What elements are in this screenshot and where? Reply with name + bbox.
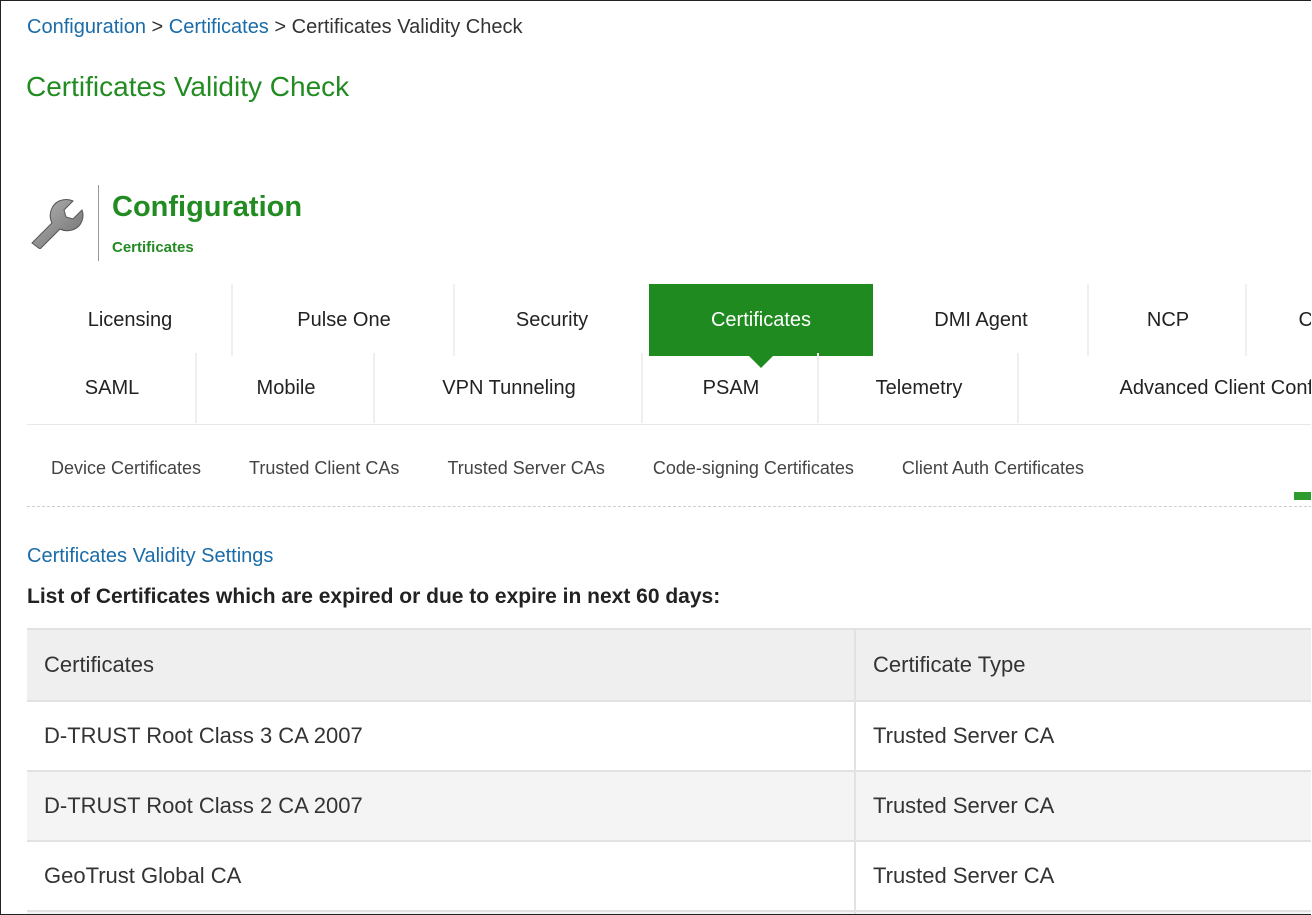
tab-clipped[interactable]: C <box>1247 284 1311 356</box>
tab-telemetry[interactable]: Telemetry <box>819 353 1019 423</box>
tab-label: Security <box>515 308 589 331</box>
tab-licensing[interactable]: Licensing <box>27 284 233 356</box>
tab-pulse-one[interactable]: Pulse One <box>233 284 455 356</box>
tab-label: Pulse One <box>297 308 391 331</box>
table-header-row: Certificates Certificate Type <box>27 630 1311 702</box>
wrench-icon <box>31 199 84 249</box>
section-subtitle: Certificates <box>112 239 194 256</box>
column-header-certificate-type[interactable]: Certificate Type <box>856 630 1311 700</box>
tab-label: C <box>1299 309 1311 332</box>
subtab-code-signing-certificates[interactable]: Code-signing Certificates <box>629 433 878 503</box>
tab-label: Certificates <box>710 308 812 331</box>
tab-label: NCP <box>1146 308 1190 331</box>
active-subtab-indicator <box>1294 492 1311 500</box>
header-divider <box>98 185 99 261</box>
breadcrumb: Configuration > Certificates > Certifica… <box>27 16 522 39</box>
tabs-divider <box>27 424 1311 425</box>
tab-label: Telemetry <box>875 376 963 399</box>
certificates-table: Certificates Certificate Type D-TRUST Ro… <box>27 628 1311 914</box>
breadcrumb-link-configuration[interactable]: Configuration <box>27 16 146 38</box>
tabs-row-2: SAML Mobile VPN Tunneling PSAM Telemetry… <box>27 353 1311 425</box>
certificate-type-cell: Trusted Server CA <box>873 793 1055 818</box>
tab-label: Advanced Client Conf <box>1119 376 1311 399</box>
tab-vpn-tunneling[interactable]: VPN Tunneling <box>375 353 643 423</box>
tabs-row-1: Licensing Pulse One Security Certificate… <box>27 284 1311 368</box>
breadcrumb-link-certificates[interactable]: Certificates <box>169 16 269 38</box>
breadcrumb-separator: > <box>151 16 164 38</box>
list-title: List of Certificates which are expired o… <box>27 585 721 608</box>
tab-advanced-client-configuration[interactable]: Advanced Client Conf <box>1019 353 1311 423</box>
certificate-name-cell: GeoTrust Global CA <box>27 842 856 910</box>
subtabs-divider <box>27 506 1311 507</box>
tab-label: Mobile <box>256 376 316 399</box>
subtabs: Device Certificates Trusted Client CAs T… <box>27 433 1108 503</box>
section-title: Configuration <box>112 191 303 223</box>
tab-label: SAML <box>84 376 140 399</box>
breadcrumb-current: Certificates Validity Check <box>291 16 523 38</box>
certificate-name-cell: D-TRUST Root Class 2 CA 2007 <box>27 772 856 840</box>
tab-label: VPN Tunneling <box>442 376 576 399</box>
tab-dmi-agent[interactable]: DMI Agent <box>873 284 1089 356</box>
tab-security[interactable]: Security <box>455 284 649 356</box>
tab-label: DMI Agent <box>934 308 1028 331</box>
table-row[interactable]: D-TRUST Root Class 2 CA 2007 Trusted Ser… <box>27 772 1311 842</box>
table-row[interactable]: GeoTrust Global CA Trusted Server CA <box>27 842 1311 912</box>
breadcrumb-separator: > <box>274 16 287 38</box>
tab-ncp[interactable]: NCP <box>1089 284 1247 356</box>
tab-label: PSAM <box>702 376 760 399</box>
tab-label: Licensing <box>87 308 173 331</box>
certificate-type-cell: Trusted Server CA <box>873 723 1055 748</box>
subtab-trusted-client-cas[interactable]: Trusted Client CAs <box>225 433 423 503</box>
certificate-name-cell: D-TRUST Root Class 3 CA 2007 <box>27 702 856 770</box>
tab-psam[interactable]: PSAM <box>643 353 819 423</box>
certificate-type-cell: Trusted Server CA <box>873 863 1055 888</box>
subtab-device-certificates[interactable]: Device Certificates <box>27 433 225 503</box>
page-title: Certificates Validity Check <box>26 71 350 102</box>
subtab-trusted-server-cas[interactable]: Trusted Server CAs <box>423 433 628 503</box>
column-header-certificates[interactable]: Certificates <box>27 630 856 700</box>
page-frame: Configuration > Certificates > Certifica… <box>0 0 1311 915</box>
table-row[interactable]: D-TRUST Root Class 3 CA 2007 Trusted Ser… <box>27 702 1311 772</box>
subtab-client-auth-certificates[interactable]: Client Auth Certificates <box>878 433 1108 503</box>
tab-certificates[interactable]: Certificates <box>649 284 873 368</box>
certificates-validity-settings-link[interactable]: Certificates Validity Settings <box>27 545 273 568</box>
tab-mobile[interactable]: Mobile <box>197 353 375 423</box>
tab-saml[interactable]: SAML <box>27 353 197 423</box>
